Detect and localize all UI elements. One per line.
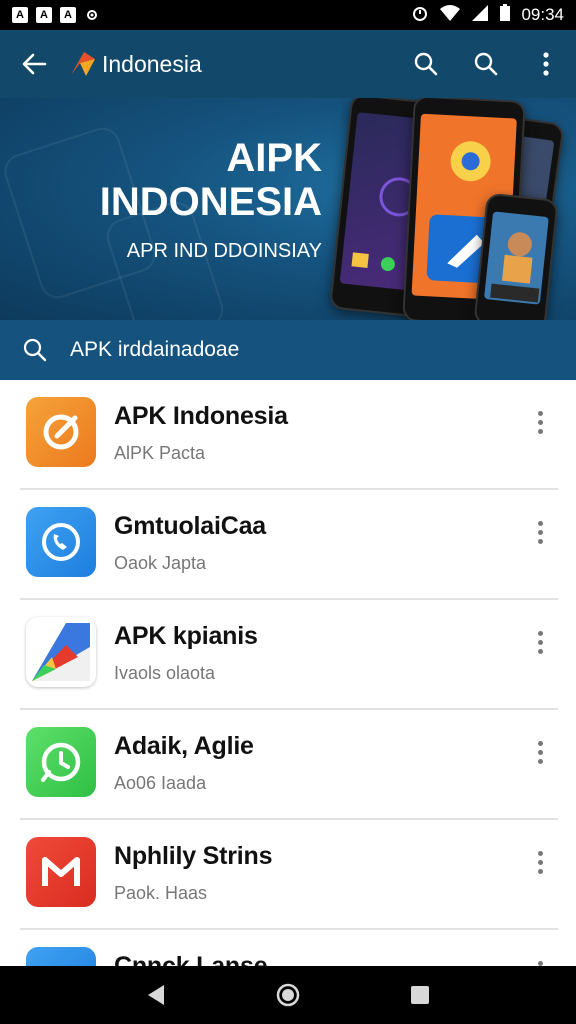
arrow-left-icon (22, 53, 47, 75)
app-name: APK Indonesia (114, 402, 288, 430)
notification-icon-a2: A (36, 7, 52, 23)
status-bar: A A A 09:34 (0, 0, 576, 30)
app-subtitle: Oaok Japta (114, 553, 207, 573)
app-subtitle: Ivaols olaota (114, 663, 216, 683)
app-name: GmtuolaiCaa (114, 512, 266, 540)
more-options-button[interactable] (528, 624, 552, 660)
app-subtitle: AlPK Pacta (114, 443, 206, 463)
alarm-clock-icon (411, 4, 429, 27)
back-nav-button[interactable] (126, 966, 186, 1024)
app-name: Nphlily Strins (114, 842, 273, 870)
search-button[interactable] (396, 30, 456, 98)
settings-icon (84, 7, 100, 23)
list-item[interactable]: GmtuolaiCaa Oaok Japta (0, 490, 576, 600)
app-bar: Indonesia (0, 30, 576, 98)
search-icon (0, 320, 70, 380)
search-query[interactable]: APK irddainadoae (70, 338, 239, 362)
notification-icon-a1: A (12, 7, 28, 23)
search-icon (414, 52, 438, 76)
svg-text:G: G (34, 627, 51, 652)
target-icon (26, 397, 96, 467)
app-list: APK Indonesia AlPK Pacta GmtuolaiCaa Oao… (0, 380, 576, 966)
gmail-icon (26, 837, 96, 907)
more-options-button[interactable] (528, 844, 552, 880)
more-options-button[interactable] (528, 954, 552, 966)
banner-title: AIPK INDONESIA (0, 136, 322, 224)
battery-icon (499, 3, 511, 27)
search-bar[interactable]: APK irddainadoae (0, 320, 576, 380)
signal-icon (471, 4, 489, 27)
logo-mark-icon (71, 52, 95, 76)
app-name: Cnnck Lanse (114, 952, 268, 966)
app-name: APK kpianis (114, 622, 258, 650)
phone-icon (26, 507, 96, 577)
more-vertical-icon (543, 52, 549, 76)
blue-app-icon (26, 947, 96, 966)
notification-icon-a3: A (60, 7, 76, 23)
home-circle-icon (276, 983, 300, 1007)
list-item[interactable]: APK Indonesia AlPK Pacta (0, 380, 576, 490)
wifi-icon (439, 4, 461, 27)
list-item[interactable]: Nphlily Strins Paok. Haas (0, 820, 576, 930)
status-icons: 09:34 (411, 3, 564, 27)
app-logo: Indonesia (68, 49, 202, 79)
back-button[interactable] (0, 30, 68, 98)
phone-illustration-right (473, 192, 559, 320)
overflow-menu-button[interactable] (516, 30, 576, 98)
screen: A A A 09:34 Indonesia AIPK INDONESIA APR… (0, 0, 576, 1024)
search-button-secondary[interactable] (456, 30, 516, 98)
more-options-button[interactable] (528, 734, 552, 770)
app-subtitle: Ao06 Iaada (114, 773, 207, 793)
list-item[interactable]: Cnnck Lanse (0, 930, 576, 966)
list-item[interactable]: Adaik, Aglie Ao06 Iaada (0, 710, 576, 820)
app-bar-actions (396, 30, 576, 98)
square-recents-icon (411, 986, 429, 1004)
recents-nav-button[interactable] (390, 966, 450, 1024)
banner-subtitle: APR IND DDOINSIAY (126, 240, 322, 262)
app-subtitle: Paok. Haas (114, 883, 208, 903)
promo-banner[interactable]: AIPK INDONESIA APR IND DDOINSIAY (0, 98, 576, 320)
more-options-button[interactable] (528, 404, 552, 440)
banner-title-line1: AIPK (226, 136, 322, 180)
more-options-button[interactable] (528, 514, 552, 550)
banner-title-line2: INDONESIA (99, 180, 322, 224)
app-title: Indonesia (102, 50, 202, 77)
app-name: Adaik, Aglie (114, 732, 254, 760)
alarm-icon (26, 727, 96, 797)
navigation-bar (0, 966, 576, 1024)
search-icon (474, 52, 498, 76)
maps-icon: G (26, 617, 96, 687)
status-time: 09:34 (521, 5, 564, 24)
notification-icons: A A A (12, 7, 100, 23)
list-item[interactable]: G APK kpianis Ivaols olaota (0, 600, 576, 710)
home-nav-button[interactable] (258, 966, 318, 1024)
triangle-back-icon (148, 985, 164, 1005)
